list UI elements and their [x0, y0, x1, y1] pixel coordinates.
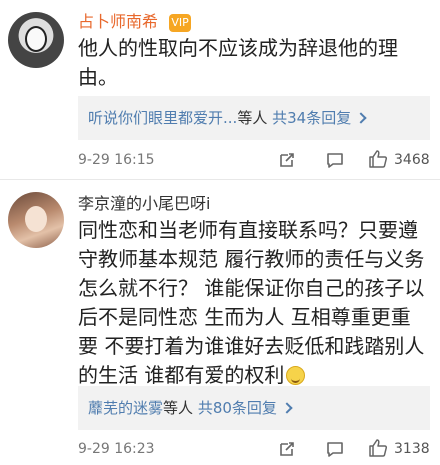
reply-user-link[interactable]: 蘼芜的迷雾 — [88, 399, 163, 417]
comment-item: 占卜师南希 VIP 他人的性取向不应该成为辞退他的理由。 听说你们眼里都爱开..… — [0, 0, 440, 180]
comment-username[interactable]: 李京潼的小尾巴呀i — [78, 190, 210, 214]
comment-username[interactable]: 占卜师南希 — [78, 12, 158, 31]
comment-time: 9-29 16:23 — [78, 441, 155, 457]
share-icon[interactable] — [278, 440, 296, 458]
thumbs-up-icon[interactable] — [368, 438, 388, 458]
reply-summary[interactable]: 蘼芜的迷雾等人 共80条回复 — [78, 386, 430, 430]
chevron-right-icon — [355, 112, 367, 124]
reply-mid-text: 等人 — [237, 109, 268, 127]
reply-count[interactable]: 共80条回复 — [198, 399, 277, 417]
thumbs-up-icon[interactable] — [368, 149, 388, 169]
reply-mid-text: 等人 — [163, 399, 194, 417]
comment-text: 他人的性取向不应该成为辞退他的理由。 — [78, 36, 398, 89]
smile-emoji-icon — [286, 366, 306, 385]
comment-item: 李京潼的小尾巴呀i 同性恋和当老师有直接联系吗？只要遵守教师基本规范 履行教师的… — [0, 180, 440, 465]
comment-icon[interactable] — [326, 440, 344, 458]
vip-badge: VIP — [169, 14, 192, 32]
comment-time: 9-29 16:15 — [78, 152, 155, 168]
like-count: 3138 — [394, 441, 430, 457]
avatar[interactable] — [8, 12, 64, 68]
like-count: 3468 — [394, 152, 430, 168]
comment-text: 同性恋和当老师有直接联系吗？只要遵守教师基本规范 履行教师的责任与义务怎么就不行… — [78, 216, 428, 390]
avatar[interactable] — [8, 192, 64, 248]
reply-count[interactable]: 共34条回复 — [272, 109, 351, 127]
comment-icon[interactable] — [326, 151, 344, 169]
reply-summary[interactable]: 听说你们眼里都爱开...等人 共34条回复 — [78, 96, 430, 140]
reply-user-link[interactable]: 听说你们眼里都爱开... — [88, 109, 237, 127]
comment-text-body: 同性恋和当老师有直接联系吗？只要遵守教师基本规范 履行教师的责任与义务怎么就不行… — [78, 218, 425, 387]
share-icon[interactable] — [278, 151, 296, 169]
chevron-right-icon — [281, 402, 293, 414]
